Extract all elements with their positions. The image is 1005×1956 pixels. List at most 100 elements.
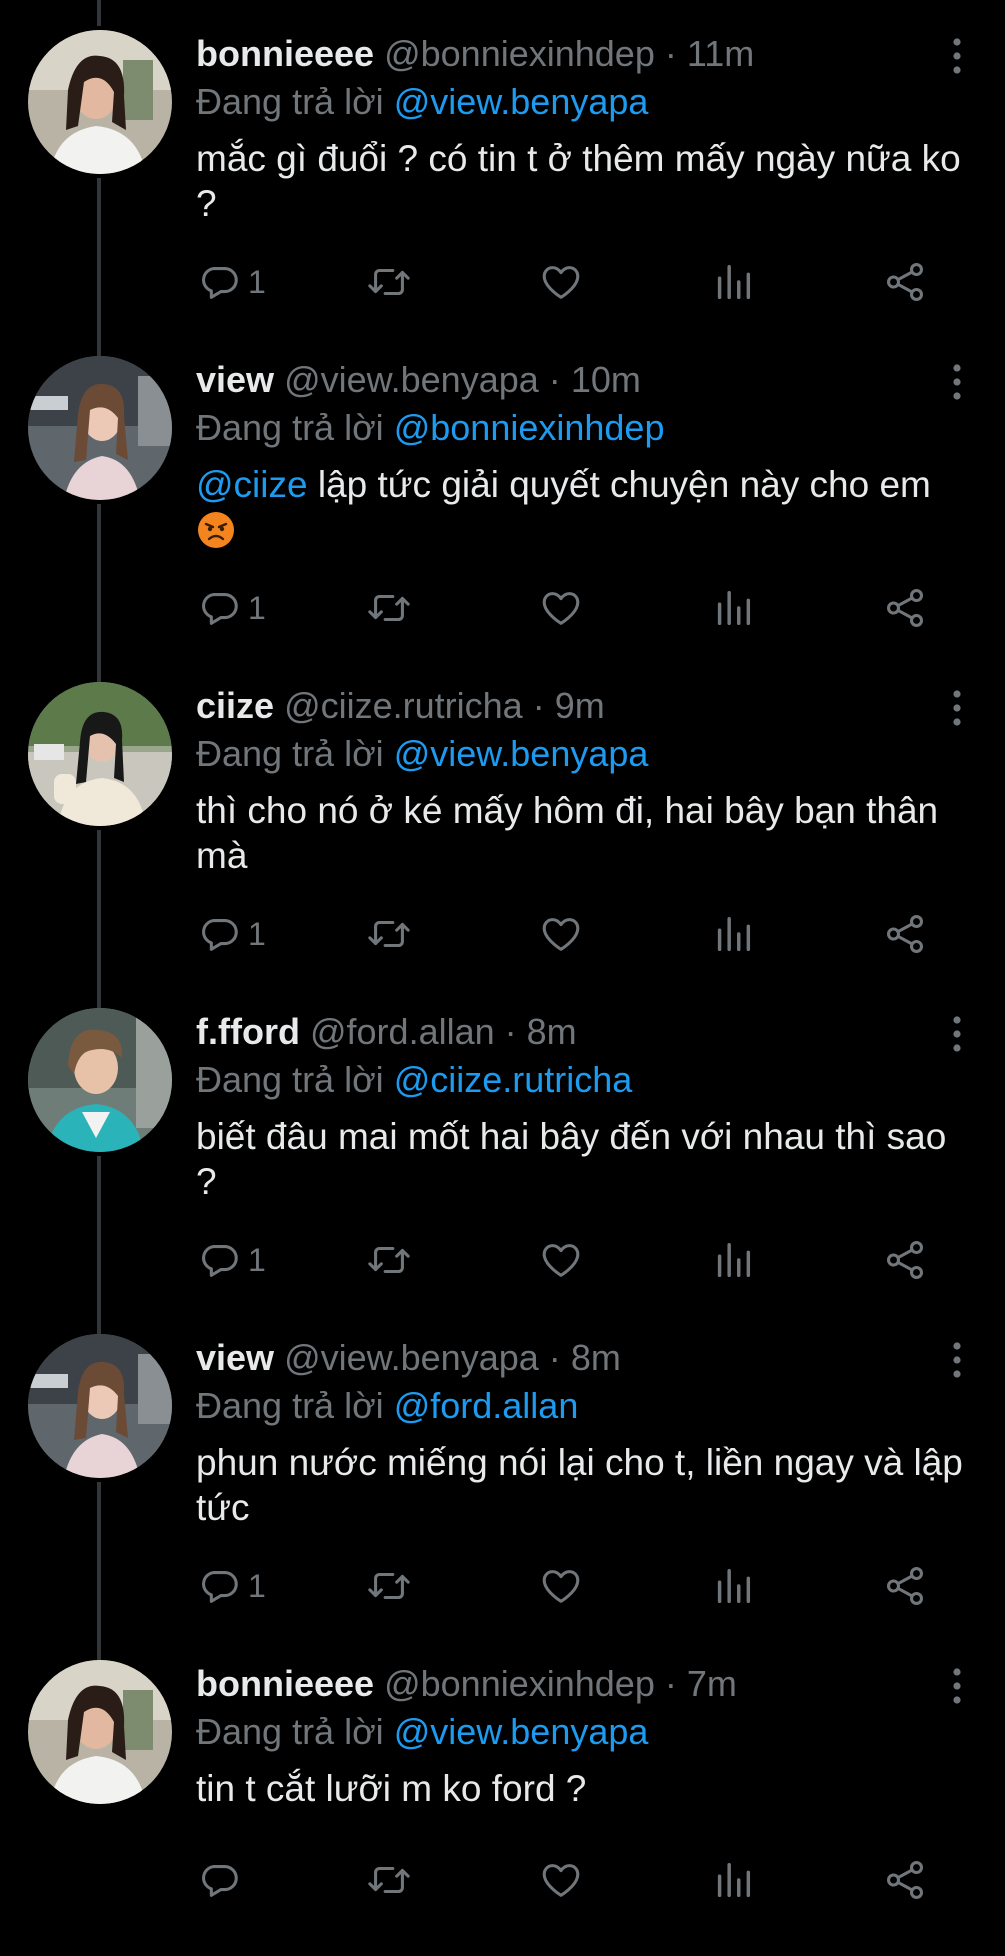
tweet-text-body: lập tức giải quyết chuyện này cho em — [307, 464, 931, 505]
separator-dot: · — [548, 1337, 561, 1378]
avatar[interactable] — [28, 1660, 172, 1804]
views-button[interactable] — [710, 256, 756, 308]
display-name[interactable]: bonnieeee — [196, 33, 374, 74]
share-button[interactable] — [882, 908, 928, 960]
retweet-button[interactable] — [366, 582, 412, 634]
retweet-button[interactable] — [366, 1560, 412, 1612]
timestamp[interactable]: 8m — [527, 1011, 577, 1052]
reply-prefix: Đang trả lời — [196, 733, 384, 774]
mention-link[interactable]: @ciize — [196, 464, 308, 505]
more-options-icon[interactable] — [949, 1014, 965, 1054]
display-name[interactable]: bonnieeee — [196, 1663, 374, 1704]
reply-prefix: Đang trả lời — [196, 81, 384, 122]
tweet[interactable]: view @view.benyapa · 10m Đang trả lời @b… — [0, 326, 1005, 652]
handle[interactable]: @bonniexinhdep — [384, 1663, 655, 1704]
avatar[interactable] — [28, 1334, 172, 1478]
views-button[interactable] — [710, 1854, 756, 1906]
tweet[interactable]: bonnieeee @bonniexinhdep · 11m Đang trả … — [0, 0, 1005, 326]
reply-mention-link[interactable]: @bonniexinhdep — [394, 407, 665, 448]
like-button[interactable] — [538, 256, 584, 308]
reply-mention-link[interactable]: @view.benyapa — [394, 733, 649, 774]
views-icon — [717, 264, 751, 300]
retweet-button[interactable] — [366, 256, 412, 308]
avatar[interactable] — [28, 682, 172, 826]
action-bar: 1 — [196, 256, 966, 308]
display-name[interactable]: ciize — [196, 685, 274, 726]
reply-prefix: Đang trả lời — [196, 1059, 384, 1100]
timestamp[interactable]: 11m — [687, 33, 754, 74]
timestamp[interactable]: 9m — [555, 685, 605, 726]
share-button[interactable] — [882, 1234, 928, 1286]
views-icon — [717, 1242, 751, 1278]
handle[interactable]: @view.benyapa — [284, 1337, 539, 1378]
reply-button[interactable]: 1 — [196, 1234, 266, 1286]
reply-button[interactable]: 1 — [196, 908, 266, 960]
display-name[interactable]: view — [196, 359, 274, 400]
share-button[interactable] — [882, 1560, 928, 1612]
tweet-content: view @view.benyapa · 8m Đang trả lời @fo… — [196, 1334, 966, 1530]
tweet[interactable]: ciize @ciize.rutricha · 9m Đang trả lời … — [0, 652, 1005, 978]
retweet-button[interactable] — [366, 1234, 412, 1286]
reply-mention-link[interactable]: @view.benyapa — [394, 81, 649, 122]
like-button[interactable] — [538, 1560, 584, 1612]
timestamp[interactable]: 10m — [571, 359, 641, 400]
tweet[interactable]: f.fford @ford.allan · 8m Đang trả lời @c… — [0, 978, 1005, 1304]
share-button[interactable] — [882, 256, 928, 308]
timestamp[interactable]: 8m — [571, 1337, 621, 1378]
reply-count: 1 — [248, 589, 266, 626]
reply-button[interactable] — [196, 1854, 248, 1906]
more-options-icon[interactable] — [949, 362, 965, 402]
reply-count: 1 — [248, 263, 266, 300]
more-options-icon[interactable] — [949, 1340, 965, 1380]
more-options-icon[interactable] — [949, 36, 965, 76]
handle[interactable]: @bonniexinhdep — [384, 33, 655, 74]
reply-button[interactable]: 1 — [196, 256, 266, 308]
tweet-header: bonnieeee @bonniexinhdep · 11m — [196, 30, 966, 78]
reply-mention-link[interactable]: @view.benyapa — [394, 1711, 649, 1752]
views-button[interactable] — [710, 1560, 756, 1612]
retweet-icon — [368, 920, 410, 948]
reply-mention-link[interactable]: @ford.allan — [394, 1385, 579, 1426]
retweet-icon — [368, 268, 410, 296]
reply-mention-link[interactable]: @ciize.rutricha — [394, 1059, 633, 1100]
avatar[interactable] — [28, 1008, 172, 1152]
share-button[interactable] — [882, 582, 928, 634]
separator-dot: · — [548, 359, 561, 400]
display-name[interactable]: f.fford — [196, 1011, 300, 1052]
tweet[interactable]: bonnieeee @bonniexinhdep · 7m Đang trả l… — [0, 1630, 1005, 1956]
like-button[interactable] — [538, 908, 584, 960]
avatar[interactable] — [28, 356, 172, 500]
tweet-text: biết đâu mai mốt hai bây đến với nhau th… — [196, 1116, 947, 1202]
heart-icon — [542, 1864, 580, 1897]
views-icon — [717, 590, 751, 626]
separator-dot: · — [532, 685, 545, 726]
views-button[interactable] — [710, 1234, 756, 1286]
timestamp[interactable]: 7m — [687, 1663, 737, 1704]
display-name[interactable]: view — [196, 1337, 274, 1378]
views-button[interactable] — [710, 582, 756, 634]
reply-button[interactable]: 1 — [196, 1560, 266, 1612]
share-icon — [886, 263, 924, 301]
tweet-text: tin t cắt lưỡi m ko ford ? — [196, 1768, 587, 1809]
views-button[interactable] — [710, 908, 756, 960]
reply-context: Đang trả lời @bonniexinhdep — [196, 404, 966, 452]
heart-icon — [542, 592, 580, 625]
handle[interactable]: @ford.allan — [310, 1011, 495, 1052]
tweet[interactable]: view @view.benyapa · 8m Đang trả lời @fo… — [0, 1304, 1005, 1630]
retweet-button[interactable] — [366, 1854, 412, 1906]
reply-icon — [202, 1245, 238, 1277]
more-options-icon[interactable] — [949, 688, 965, 728]
like-button[interactable] — [538, 1234, 584, 1286]
like-button[interactable] — [538, 582, 584, 634]
action-bar — [196, 1854, 966, 1906]
share-button[interactable] — [882, 1854, 928, 1906]
tweet-content: bonnieeee @bonniexinhdep · 11m Đang trả … — [196, 30, 966, 226]
handle[interactable]: @view.benyapa — [284, 359, 539, 400]
retweet-button[interactable] — [366, 908, 412, 960]
like-button[interactable] — [538, 1854, 584, 1906]
handle[interactable]: @ciize.rutricha — [284, 685, 523, 726]
more-options-icon[interactable] — [949, 1666, 965, 1706]
avatar[interactable] — [28, 30, 172, 174]
reply-button[interactable]: 1 — [196, 582, 266, 634]
tweet-content: view @view.benyapa · 10m Đang trả lời @b… — [196, 356, 966, 552]
